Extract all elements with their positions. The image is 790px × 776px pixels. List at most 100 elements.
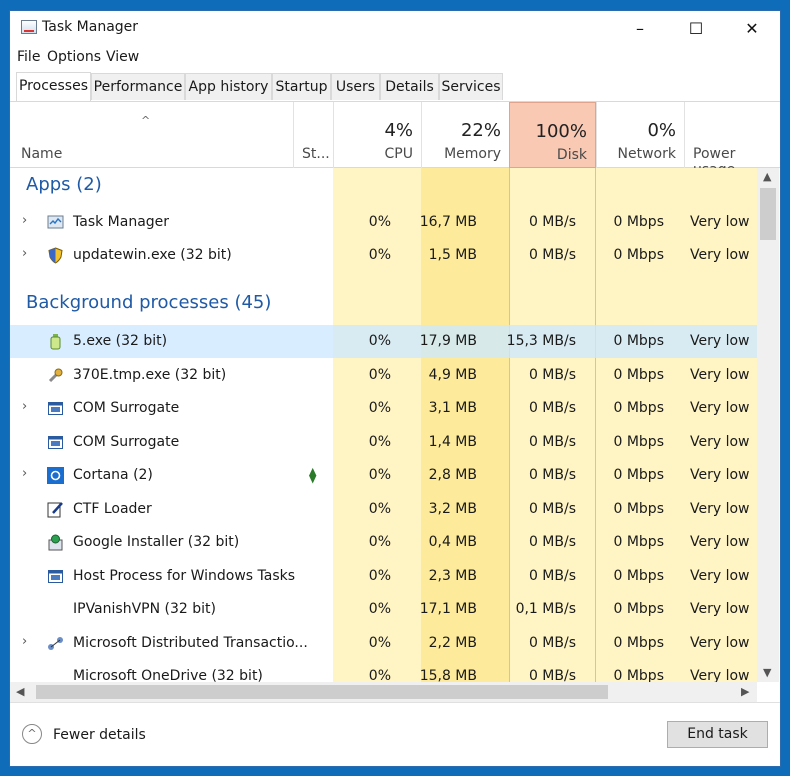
tab-users[interactable]: Users <box>331 73 380 100</box>
process-name: IPVanishVPN (32 bit) <box>73 601 216 617</box>
memory-value: 15,8 MB <box>419 668 477 682</box>
network-value: 0 Mbps <box>613 213 664 230</box>
column-power[interactable]: Power usage <box>684 102 780 178</box>
chevron-right-icon[interactable]: › <box>22 466 27 481</box>
column-status-label: St... <box>302 146 330 162</box>
minimize-button[interactable]: – <box>612 11 668 45</box>
window-icon <box>47 400 64 417</box>
chevron-right-icon[interactable]: › <box>22 213 27 228</box>
process-name: COM Surrogate <box>73 433 180 450</box>
power-value: Very low <box>690 467 750 483</box>
cpu-value: 0% <box>368 247 391 263</box>
power-value: Very low <box>690 333 750 349</box>
power-value: Very low <box>690 567 750 584</box>
disk-value: 15,3 MB/s <box>506 333 576 349</box>
process-row[interactable]: Google Installer (32 bit) 0% 0,4 MB 0 MB/s 0… <box>10 526 757 559</box>
scroll-down-icon[interactable]: ▼ <box>763 666 771 679</box>
disk-value: 0 MB/s <box>528 567 576 584</box>
chevron-right-icon[interactable]: › <box>22 399 27 414</box>
process-row[interactable]: IPVanishVPN (32 bit) 0% 17,1 MB 0,1 MB/s 0 M… <box>10 593 757 626</box>
end-task-button[interactable]: End task <box>667 721 768 748</box>
memory-value: 2,2 MB <box>428 634 477 651</box>
vertical-scroll-thumb[interactable] <box>760 188 776 240</box>
bottle-icon <box>47 333 64 350</box>
menu-view[interactable]: View <box>106 49 139 65</box>
column-memory[interactable]: 22% Memory <box>421 102 509 168</box>
process-row[interactable]: COM Surrogate 0% 1,4 MB 0 MB/s 0 Mbps Very lo… <box>10 426 757 459</box>
network-value: 0 Mbps <box>613 601 664 617</box>
process-row[interactable]: Host Process for Windows Tasks 0% 2,3 MB 0 … <box>10 560 757 593</box>
chevron-up-circle-icon[interactable]: ^ <box>22 724 42 744</box>
cpu-value: 0% <box>368 500 391 517</box>
network-value: 0 Mbps <box>613 366 664 383</box>
power-value: Very low <box>690 247 750 263</box>
tab-startup[interactable]: Startup <box>272 73 331 100</box>
column-disk[interactable]: 100% Disk <box>509 102 596 168</box>
network-value: 0 Mbps <box>613 433 664 450</box>
process-name: Cortana (2) <box>73 467 153 483</box>
column-cpu[interactable]: 4% CPU <box>333 102 421 168</box>
process-row[interactable]: › updatewin.exe (32 bit) 0% 1,5 MB 0 MB/s 0 M… <box>10 239 757 272</box>
process-name: 5.exe (32 bit) <box>73 333 168 349</box>
scroll-right-icon[interactable]: ▶ <box>741 685 749 698</box>
process-row[interactable]: 370E.tmp.exe (32 bit) 0% 4,9 MB 0 MB/s 0 Mbp… <box>10 359 757 392</box>
close-button[interactable]: ✕ <box>724 11 780 45</box>
window-title: Task Manager <box>42 19 139 35</box>
disk-value: 0 MB/s <box>528 366 576 383</box>
power-value: Very low <box>690 601 750 617</box>
column-name[interactable]: ^ Name <box>10 102 293 168</box>
group-background-header: Background processes (45) <box>26 291 272 313</box>
chevron-right-icon[interactable]: › <box>22 246 27 261</box>
horizontal-scroll-thumb[interactable] <box>36 685 608 699</box>
process-name: Microsoft OneDrive (32 bit) <box>73 668 263 682</box>
window-icon <box>47 434 64 451</box>
tab-details[interactable]: Details <box>380 73 439 100</box>
process-row[interactable]: Microsoft OneDrive (32 bit) 0% 15,8 MB 0 MB… <box>10 660 757 682</box>
menu-file[interactable]: File <box>17 49 40 65</box>
memory-value: 2,8 MB <box>428 467 477 483</box>
process-row[interactable]: CTF Loader 0% 3,2 MB 0 MB/s 0 Mbps Very low <box>10 493 757 526</box>
disk-value: 0 MB/s <box>528 500 576 517</box>
disk-value: 0 MB/s <box>528 634 576 651</box>
tab-services[interactable]: Services <box>439 73 503 100</box>
process-name: updatewin.exe (32 bit) <box>73 247 232 263</box>
network-value: 0 Mbps <box>613 668 664 682</box>
title-bar[interactable]: Task Manager – ☐ ✕ <box>10 11 780 45</box>
vertical-scrollbar[interactable]: ▲ ▼ <box>757 168 779 682</box>
process-row[interactable]: › Task Manager 0% 16,7 MB 0 MB/s 0 Mbps Very l… <box>10 206 757 239</box>
column-cpu-label: CPU <box>384 146 413 162</box>
tab-processes[interactable]: Processes <box>16 72 91 101</box>
footer-bar: ^ Fewer details End task <box>10 702 780 766</box>
tab-strip: Processes Performance App history Startu… <box>10 71 780 102</box>
scroll-left-icon[interactable]: ◀ <box>16 685 24 698</box>
menu-options[interactable]: Options <box>47 49 101 65</box>
scroll-up-icon[interactable]: ▲ <box>763 170 771 183</box>
process-name: Microsoft Distributed Transactio... <box>73 634 308 651</box>
process-row[interactable]: › Microsoft Distributed Transactio... 0% 2,… <box>10 627 757 660</box>
memory-value: 2,3 MB <box>428 567 477 584</box>
process-name: CTF Loader <box>73 500 152 517</box>
power-value: Very low <box>690 634 750 651</box>
memory-total-percent: 22% <box>460 120 501 141</box>
chevron-right-icon[interactable]: › <box>22 634 27 649</box>
power-value: Very low <box>690 433 750 450</box>
tab-app-history[interactable]: App history <box>185 73 272 100</box>
disk-value: 0 MB/s <box>528 400 576 416</box>
column-status[interactable]: St... <box>293 102 333 168</box>
column-network[interactable]: 0% Network <box>596 102 684 168</box>
horizontal-scrollbar[interactable]: ◀ ▶ <box>10 682 757 702</box>
memory-value: 1,4 MB <box>428 433 477 450</box>
process-row[interactable]: › COM Surrogate 0% 3,1 MB 0 MB/s 0 Mbps Very l… <box>10 392 757 425</box>
tab-performance[interactable]: Performance <box>91 73 185 100</box>
power-value: Very low <box>690 668 750 682</box>
power-value: Very low <box>690 213 750 230</box>
network-value: 0 Mbps <box>613 247 664 263</box>
process-row[interactable]: › Cortana (2) 0% 2,8 MB 0 MB/s 0 Mbps Very low… <box>10 459 757 492</box>
process-name: 370E.tmp.exe (32 bit) <box>73 366 227 383</box>
maximize-button[interactable]: ☐ <box>668 11 724 45</box>
cpu-value: 0% <box>368 213 391 230</box>
disk-value: 0 MB/s <box>528 668 576 682</box>
fewer-details-link[interactable]: Fewer details <box>53 727 146 743</box>
process-row[interactable]: 5.exe (32 bit) 0% 17,9 MB 15,3 MB/s 0 Mbps Ve… <box>10 325 757 358</box>
power-value: Very low <box>690 534 750 550</box>
